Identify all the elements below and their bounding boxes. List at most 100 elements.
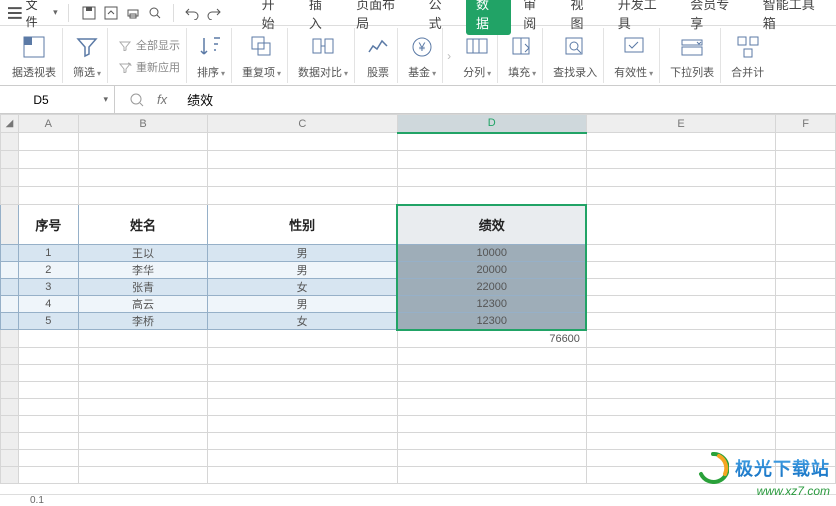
table-row: 1 王以 男 10000 xyxy=(1,245,836,262)
show-all[interactable]: 全部显示 xyxy=(118,37,180,53)
fill-label: 填充▾ xyxy=(508,64,536,80)
dropdown-icon xyxy=(679,32,705,62)
save-icon[interactable] xyxy=(81,5,97,21)
pivot-group[interactable]: 据透视表 xyxy=(6,28,63,83)
fund-group[interactable]: ¥ 基金▾ xyxy=(402,28,443,83)
fill-group[interactable]: 填充▾ xyxy=(502,28,543,83)
validate-group[interactable]: 有效性▾ xyxy=(608,28,660,83)
tab-data[interactable]: 数据 xyxy=(466,0,511,35)
sum-cell[interactable]: 76600 xyxy=(397,330,586,348)
formula-input[interactable] xyxy=(181,86,836,113)
filter-icon xyxy=(74,32,100,62)
search-icon[interactable] xyxy=(129,92,145,108)
showall-icon xyxy=(118,39,132,51)
separator xyxy=(173,4,174,22)
hdr-seq[interactable]: 序号 xyxy=(18,205,78,245)
corner-cell[interactable]: ◢ xyxy=(1,115,19,133)
dedup-group[interactable]: 重复项▾ xyxy=(236,28,288,83)
save-as-icon[interactable] xyxy=(103,5,119,21)
file-menu[interactable]: 文件 ▾ xyxy=(2,0,64,32)
split-icon xyxy=(464,32,490,62)
name-box[interactable]: ▾ xyxy=(0,86,115,113)
chevron-right-icon[interactable]: › xyxy=(447,49,453,63)
tab-dev[interactable]: 开发工具 xyxy=(608,0,679,35)
cell-score[interactable]: 10000 xyxy=(397,245,586,262)
fund-label: 基金▾ xyxy=(408,64,436,80)
tab-review[interactable]: 审阅 xyxy=(513,0,558,35)
tab-formula[interactable]: 公式 xyxy=(419,0,464,35)
status-value: 0.1 xyxy=(30,495,44,506)
hdr-score[interactable]: 绩效 xyxy=(397,205,586,245)
ribbon-tabs: 开始 插入 页面布局 公式 数据 审阅 视图 开发工具 会员专享 智能工具箱 xyxy=(252,0,836,25)
compare-group[interactable]: 数据对比▾ xyxy=(292,28,355,83)
cell-seq[interactable]: 1 xyxy=(18,245,78,262)
consolidate-label: 合并计 xyxy=(731,64,764,80)
reapply[interactable]: 重新应用 xyxy=(118,59,180,75)
separator xyxy=(68,4,69,22)
tab-insert[interactable]: 插入 xyxy=(299,0,344,35)
filter-extra: 全部显示 重新应用 xyxy=(112,28,187,83)
col-E[interactable]: E xyxy=(586,115,775,133)
status-bar: 0.1 xyxy=(0,494,836,506)
dropdown-label: 下拉列表 xyxy=(670,64,714,80)
tab-tools[interactable]: 智能工具箱 xyxy=(753,0,836,35)
pivot-label: 据透视表 xyxy=(12,64,56,80)
row-2 xyxy=(1,151,836,169)
dedup-label: 重复项▾ xyxy=(242,64,281,80)
grid-table: ◢ A B C D E F 序号 姓名 性别 绩效 1 王以 男 10000 2… xyxy=(0,114,836,484)
redo-icon[interactable] xyxy=(206,6,222,20)
column-headers: ◢ A B C D E F xyxy=(1,115,836,133)
sort-group[interactable]: 排序▾ xyxy=(191,28,232,83)
top-bar: 文件 ▾ 开始 插入 页面布局 公式 数据 审阅 视图 开发工具 会员专享 智能… xyxy=(0,0,836,26)
col-A[interactable]: A xyxy=(18,115,78,133)
undo-icon[interactable] xyxy=(184,6,200,20)
cell-reference-input[interactable] xyxy=(6,93,76,107)
validate-label: 有效性▾ xyxy=(614,64,653,80)
row-3 xyxy=(1,169,836,187)
filter-group[interactable]: 筛选▾ xyxy=(67,28,108,83)
spreadsheet[interactable]: ◢ A B C D E F 序号 姓名 性别 绩效 1 王以 男 10000 2… xyxy=(0,114,836,506)
tab-member[interactable]: 会员专享 xyxy=(680,0,751,35)
menu-icon xyxy=(8,7,22,19)
fill-icon xyxy=(509,32,535,62)
hdr-gender[interactable]: 性别 xyxy=(208,205,397,245)
sort-label: 排序▾ xyxy=(197,64,225,80)
table-header-row: 序号 姓名 性别 绩效 xyxy=(1,205,836,245)
consolidate-group[interactable]: 合并计 xyxy=(725,28,770,83)
fund-icon: ¥ xyxy=(409,32,435,62)
compare-icon xyxy=(310,32,336,62)
sum-row: 76600 xyxy=(1,330,836,348)
col-D[interactable]: D xyxy=(397,115,586,133)
col-F[interactable]: F xyxy=(776,115,836,133)
row-5-hdr[interactable] xyxy=(1,205,19,245)
cell-name[interactable]: 王以 xyxy=(78,245,208,262)
svg-text:¥: ¥ xyxy=(418,40,426,54)
col-C[interactable]: C xyxy=(208,115,397,133)
sort-icon xyxy=(198,32,224,62)
pivot-icon xyxy=(21,32,47,62)
tab-view[interactable]: 视图 xyxy=(560,0,605,35)
print-icon[interactable] xyxy=(125,5,141,21)
fx-icon[interactable]: fx xyxy=(157,92,167,107)
table-row: 3 张青 女 22000 xyxy=(1,279,836,296)
table-row: 2 李华 男 20000 xyxy=(1,262,836,279)
lookup-label: 查找录入 xyxy=(553,64,597,80)
dropdown-group[interactable]: 下拉列表 xyxy=(664,28,721,83)
split-group[interactable]: 分列▾ xyxy=(457,28,498,83)
formula-bar: ▾ fx xyxy=(0,86,836,114)
quick-access-toolbar xyxy=(81,4,222,22)
stock-label: 股票 xyxy=(367,64,389,80)
lookup-group[interactable]: 查找录入 xyxy=(547,28,604,83)
preview-icon[interactable] xyxy=(147,5,163,21)
hdr-name[interactable]: 姓名 xyxy=(78,205,208,245)
cell-gender[interactable]: 男 xyxy=(208,245,397,262)
table-row: 5 李桥 女 12300 xyxy=(1,313,836,330)
stock-group[interactable]: 股票 xyxy=(359,28,398,83)
tab-layout[interactable]: 页面布局 xyxy=(346,0,417,35)
table-row: 4 高云 男 12300 xyxy=(1,296,836,313)
dedup-icon xyxy=(249,32,275,62)
col-B[interactable]: B xyxy=(78,115,208,133)
tab-start[interactable]: 开始 xyxy=(252,0,297,35)
caret-down-icon[interactable]: ▾ xyxy=(103,94,108,105)
consolidate-icon xyxy=(735,32,761,62)
